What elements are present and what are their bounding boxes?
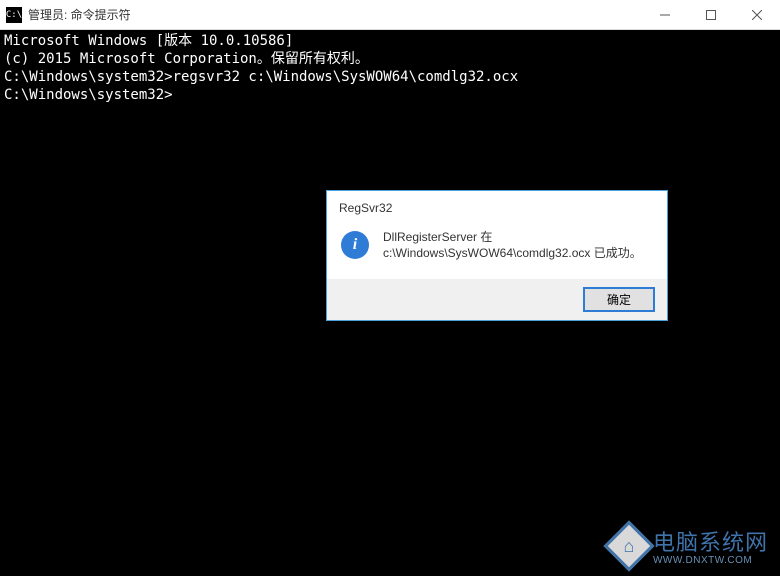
close-icon bbox=[752, 10, 762, 20]
window-title: 管理员: 命令提示符 bbox=[28, 6, 642, 23]
window-controls bbox=[642, 0, 780, 29]
maximize-button[interactable] bbox=[688, 0, 734, 30]
watermark-text-cn: 电脑系统网 bbox=[653, 530, 768, 555]
regsvr32-dialog: RegSvr32 i DllRegisterServer 在 c:\Window… bbox=[326, 190, 668, 321]
close-button[interactable] bbox=[734, 0, 780, 30]
maximize-icon bbox=[706, 10, 716, 20]
console-line: (c) 2015 Microsoft Corporation。保留所有权利。 bbox=[4, 50, 776, 68]
console-line: Microsoft Windows [版本 10.0.10586] bbox=[4, 32, 776, 50]
watermark-text-group: 电脑系统网 WWW.DNXTW.COM bbox=[653, 525, 768, 566]
minimize-button[interactable] bbox=[642, 0, 688, 30]
dialog-footer: 确定 bbox=[327, 279, 667, 320]
cmd-icon-text: C:\ bbox=[6, 10, 22, 20]
watermark-url: WWW.DNXTW.COM bbox=[653, 555, 768, 566]
info-icon: i bbox=[341, 231, 369, 259]
watermark-house-glyph: ⌂ bbox=[624, 535, 635, 556]
console-line: C:\Windows\system32>regsvr32 c:\Windows\… bbox=[4, 68, 776, 86]
info-icon-glyph: i bbox=[353, 236, 357, 254]
ok-button[interactable]: 确定 bbox=[583, 287, 655, 312]
console-prompt: C:\Windows\system32> bbox=[4, 86, 776, 104]
dialog-message-line: DllRegisterServer 在 bbox=[383, 229, 642, 245]
watermark: ⌂ 电脑系统网 WWW.DNXTW.COM bbox=[611, 525, 768, 566]
minimize-icon bbox=[660, 10, 670, 20]
dialog-body: i DllRegisterServer 在 c:\Windows\SysWOW6… bbox=[327, 223, 667, 279]
dialog-message: DllRegisterServer 在 c:\Windows\SysWOW64\… bbox=[383, 229, 642, 261]
window-titlebar: C:\ 管理员: 命令提示符 bbox=[0, 0, 780, 30]
dialog-message-line: c:\Windows\SysWOW64\comdlg32.ocx 已成功。 bbox=[383, 245, 642, 261]
watermark-house-icon: ⌂ bbox=[604, 520, 655, 571]
dialog-title: RegSvr32 bbox=[327, 191, 667, 223]
cmd-icon: C:\ bbox=[6, 7, 22, 23]
